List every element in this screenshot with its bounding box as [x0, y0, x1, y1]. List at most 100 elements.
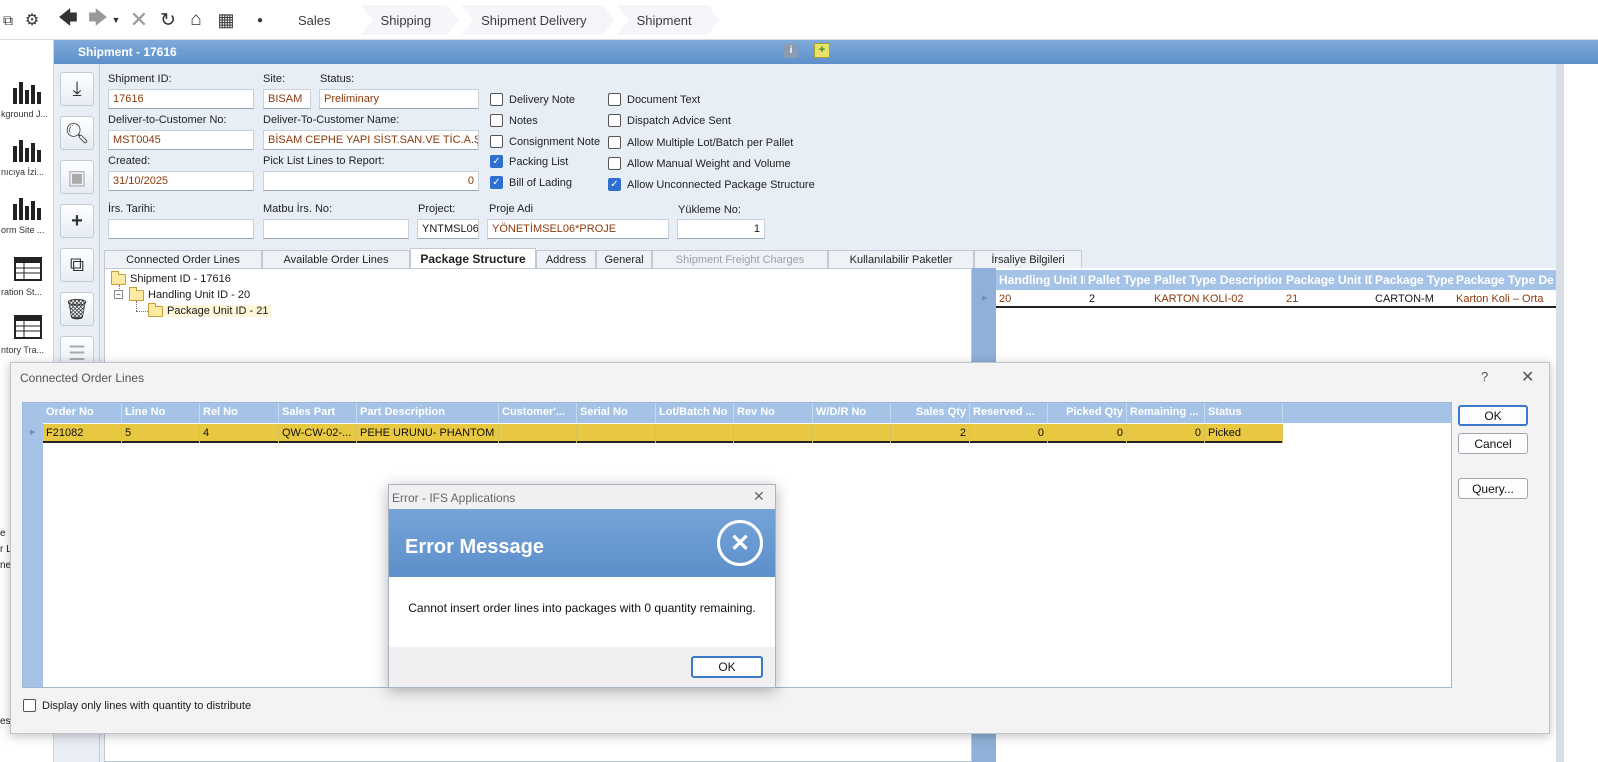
tree-node-shipment[interactable]: Shipment ID - 17616 [111, 270, 231, 285]
col-header-lot-batch-no[interactable]: Lot/Batch No [656, 403, 734, 423]
back-arrow-icon[interactable]: 🡄 [56, 8, 80, 32]
col-header-sales-qty[interactable]: Sales Qty [891, 403, 970, 423]
breadcrumb-shipping[interactable]: Shipping [361, 5, 460, 35]
status-field[interactable]: Preliminary [319, 89, 479, 109]
col-header-reserved[interactable]: Reserved ... [970, 403, 1048, 423]
delete-button[interactable]: 🗑︎ [60, 292, 94, 326]
help-icon[interactable]: ? [1481, 369, 1488, 384]
duplicate-button[interactable]: ⧉ [60, 248, 94, 282]
plus-icon: + [71, 209, 83, 232]
row-selector-column: ▶ [23, 403, 43, 687]
checkmark-icon: ✓ [490, 155, 503, 168]
note-icon[interactable]: + [814, 43, 830, 58]
col-header-rel-no[interactable]: Rel No [200, 403, 279, 423]
shipment-id-field[interactable]: 17616 [108, 89, 254, 109]
breadcrumb: Sales Shipping Shipment Delivery Shipmen… [278, 5, 722, 35]
col-header-sales-part[interactable]: Sales Part [279, 403, 357, 423]
close-icon[interactable]: ✕ [1521, 367, 1534, 387]
cell-lot-batch-no [656, 424, 734, 443]
error-header: Error Message ✕ [389, 509, 775, 577]
tab-general[interactable]: General [596, 250, 652, 268]
checkbox-box [490, 135, 503, 148]
cell-customer [499, 424, 577, 443]
tab-kullanilabilir-paketler[interactable]: Kullanılabilir Paketler [828, 250, 974, 268]
nav-fragment-text: es [0, 716, 11, 727]
navigator-item[interactable]: ntory Tra... [0, 312, 54, 355]
ok-button[interactable]: OK [1458, 405, 1528, 426]
allow-unconnected-package-checkbox[interactable]: ✓ Allow Unconnected Package Structure [608, 178, 815, 191]
deliver-to-customer-name-field[interactable]: BİSAM CEPHE YAPI SİST.SAN.VE TİC.A.Ş. [263, 130, 479, 150]
irs-tarihi-field[interactable] [108, 219, 254, 239]
forward-arrow-icon[interactable]: 🡆 [86, 8, 110, 32]
col-header-order-no[interactable]: Order No [43, 403, 122, 423]
notes-checkbox[interactable]: Notes [490, 114, 538, 127]
floppy-icon: ▣ [67, 166, 87, 189]
tree-node-handling-unit[interactable]: Handling Unit ID - 20 [129, 286, 250, 301]
col-header-status[interactable]: Status [1205, 403, 1283, 423]
col-header-customer[interactable]: Customer'... [499, 403, 577, 423]
tab-available-order-lines[interactable]: Available Order Lines [262, 250, 410, 268]
navigator-item[interactable]: ration St... [0, 254, 54, 297]
collapse-icon[interactable]: − [114, 290, 123, 299]
col-header-part-description[interactable]: Part Description [357, 403, 499, 423]
col-header-rev-no[interactable]: Rev No [734, 403, 813, 423]
grid-icon[interactable]: ▦ [214, 8, 238, 32]
new-button[interactable]: + [60, 204, 94, 238]
deliver-to-customer-no-field[interactable]: MST0045 [108, 130, 254, 150]
tab-irsaliye-bilgileri[interactable]: İrsaliye Bilgileri [974, 250, 1082, 268]
created-field[interactable]: 31/10/2025 [108, 171, 254, 191]
matbu-irs-no-field[interactable] [263, 219, 409, 239]
tab-shipment-freight-charges[interactable]: Shipment Freight Charges [652, 250, 828, 268]
status-label: Status: [320, 73, 355, 85]
folder-icon [111, 270, 126, 285]
search-button[interactable]: 🔍︎ [60, 116, 94, 150]
pick-list-lines-field[interactable]: 0 [263, 171, 479, 191]
dispatch-advice-sent-checkbox[interactable]: Dispatch Advice Sent [608, 114, 731, 127]
bill-of-lading-checkbox[interactable]: ✓ Bill of Lading [490, 176, 572, 189]
delivery-note-checkbox[interactable]: Delivery Note [490, 93, 575, 106]
save-button[interactable]: ▣ [60, 160, 94, 194]
col-header-line-no[interactable]: Line No [122, 403, 200, 423]
navigator-item[interactable]: nıcıya İzi... [0, 134, 54, 177]
home-icon[interactable]: ⌂ [184, 8, 208, 32]
document-text-checkbox[interactable]: Document Text [608, 93, 700, 106]
window-titlebar: Shipment - 17616 i + [54, 40, 1598, 64]
close-icon[interactable]: ✕ [753, 488, 765, 505]
tab-package-structure[interactable]: Package Structure [410, 248, 536, 268]
proje-adi-field[interactable]: YÖNETİMSEL06*PROJE [487, 219, 669, 239]
table-row[interactable]: 20 2 KARTON KOLİ-02 21 CARTON-M Karton K… [996, 290, 1556, 308]
trash-icon: 🗑︎ [64, 298, 90, 321]
breadcrumb-shipment-delivery[interactable]: Shipment Delivery [461, 5, 615, 35]
col-header-wdr-no[interactable]: W/D/R No [813, 403, 891, 423]
tab-address[interactable]: Address [536, 250, 596, 268]
allow-manual-weight-checkbox[interactable]: Allow Manual Weight and Volume [608, 157, 791, 170]
tree-node-package-unit[interactable]: Package Unit ID - 21 [148, 302, 271, 317]
navigator-item[interactable]: orm Site ... [0, 192, 54, 235]
dot-icon[interactable]: ● [248, 8, 272, 32]
project-field[interactable]: YNTMSL06 [417, 219, 479, 239]
col-header-picked-qty[interactable]: Picked Qty [1048, 403, 1127, 423]
window-icon[interactable]: ⧉ [0, 8, 20, 32]
info-icon[interactable]: i [784, 44, 798, 58]
gear-icon[interactable]: ⚙ [20, 8, 44, 32]
query-button[interactable]: Query... [1458, 478, 1528, 499]
navigator-item[interactable]: kground J... [0, 76, 54, 119]
consignment-note-checkbox[interactable]: Consignment Note [490, 135, 600, 148]
close-icon[interactable]: ✕ [127, 7, 151, 32]
yukleme-no-field[interactable]: 1 [677, 219, 765, 239]
display-only-checkbox[interactable]: Display only lines with quantity to dist… [23, 699, 251, 712]
cancel-button[interactable]: Cancel [1458, 433, 1528, 454]
breadcrumb-shipment[interactable]: Shipment [617, 5, 720, 35]
allow-multiple-lot-batch-checkbox[interactable]: Allow Multiple Lot/Batch per Pallet [608, 136, 793, 149]
save-to-file-button[interactable]: ⤓ [60, 72, 94, 106]
error-ok-button[interactable]: OK [691, 656, 763, 678]
chevron-down-icon[interactable]: ▼ [110, 8, 122, 32]
breadcrumb-sales[interactable]: Sales [278, 5, 359, 35]
col-header-remaining[interactable]: Remaining ... [1127, 403, 1205, 423]
site-field[interactable]: BISAM [263, 89, 311, 109]
col-header-serial-no[interactable]: Serial No [577, 403, 656, 423]
tab-connected-order-lines[interactable]: Connected Order Lines [104, 250, 262, 268]
packing-list-checkbox[interactable]: ✓ Packing List [490, 155, 568, 168]
error-message: Cannot insert order lines into packages … [408, 601, 756, 615]
refresh-icon[interactable]: ↻ [156, 8, 180, 32]
